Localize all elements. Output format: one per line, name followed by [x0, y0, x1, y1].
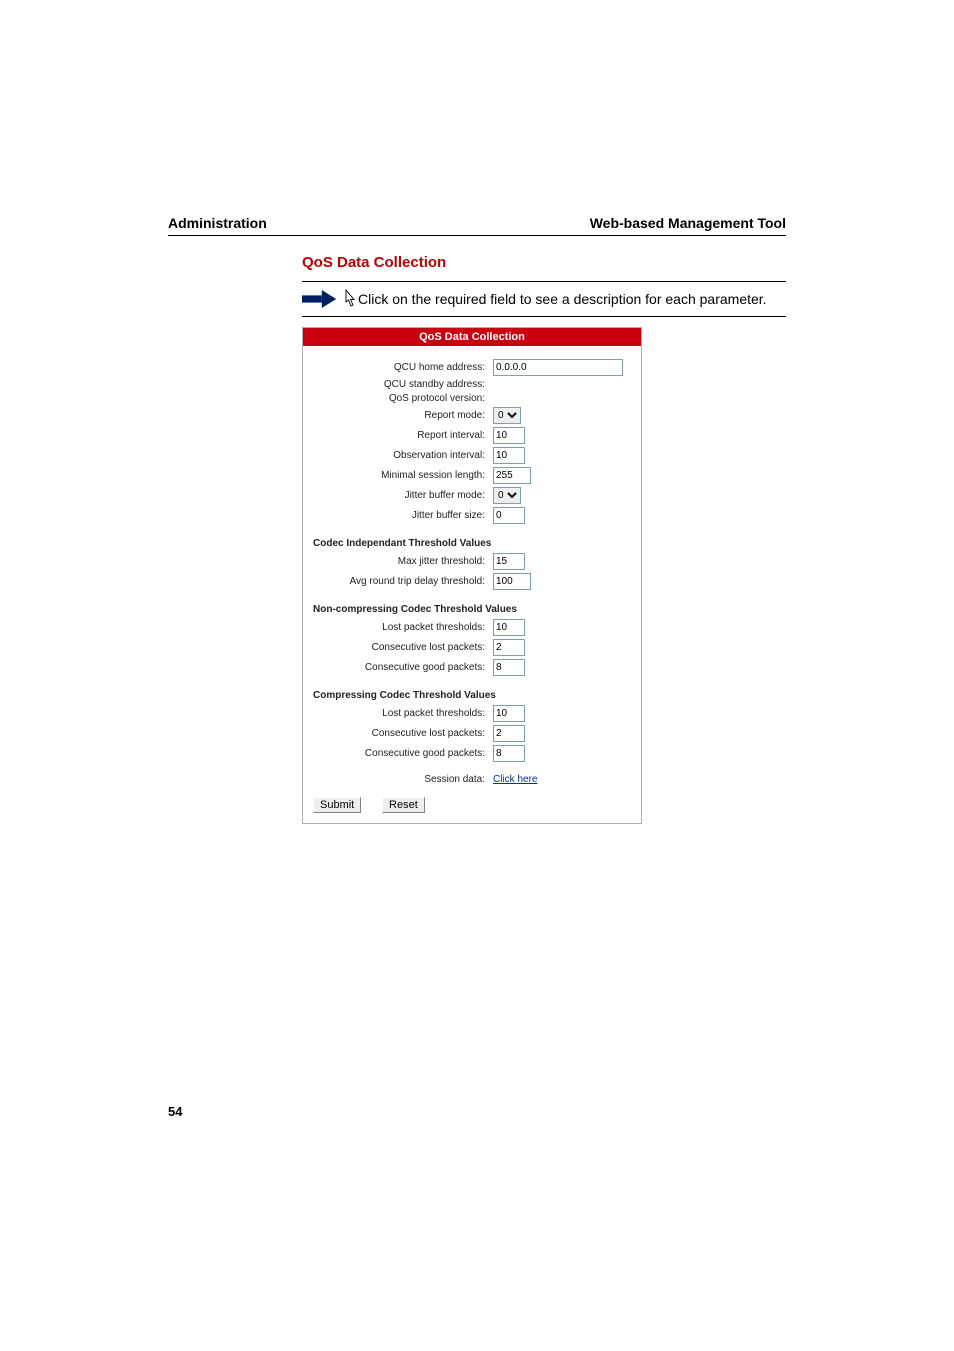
- arrow-icon: [302, 288, 338, 310]
- label-session-data: Session data:: [313, 774, 493, 785]
- input-observation-interval[interactable]: [493, 447, 525, 464]
- label-report-mode: Report mode:: [313, 410, 493, 421]
- select-report-mode[interactable]: 0: [493, 407, 521, 424]
- label-nc-consecutive-good: Consecutive good packets:: [313, 662, 493, 673]
- callout-text: Click on the required field to see a des…: [358, 291, 767, 307]
- label-c-consecutive-good: Consecutive good packets:: [313, 748, 493, 759]
- qos-panel: QoS Data Collection QCU home address: QC…: [302, 327, 642, 824]
- reset-button[interactable]: Reset: [382, 797, 425, 813]
- page-number: 54: [168, 1104, 954, 1119]
- label-c-lost-packet-thresholds: Lost packet thresholds:: [313, 708, 493, 719]
- header-left: Administration: [168, 215, 267, 231]
- label-nc-lost-packet-thresholds: Lost packet thresholds:: [313, 622, 493, 633]
- callout: Click on the required field to see a des…: [302, 281, 786, 317]
- label-qcu-home-address: QCU home address:: [313, 362, 493, 373]
- link-session-data[interactable]: Click here: [493, 774, 537, 785]
- label-report-interval: Report interval:: [313, 430, 493, 441]
- heading-compressing: Compressing Codec Threshold Values: [313, 690, 631, 701]
- panel-header: QoS Data Collection: [303, 328, 641, 346]
- input-c-consecutive-lost[interactable]: [493, 725, 525, 742]
- input-avg-round-trip-delay[interactable]: [493, 573, 531, 590]
- pointer-icon: [342, 289, 358, 309]
- label-qcu-standby-address: QCU standby address:: [313, 379, 493, 390]
- heading-codec-independent: Codec Independant Threshold Values: [313, 538, 631, 549]
- input-max-jitter-threshold[interactable]: [493, 553, 525, 570]
- submit-button[interactable]: Submit: [313, 797, 361, 813]
- label-observation-interval: Observation interval:: [313, 450, 493, 461]
- input-report-interval[interactable]: [493, 427, 525, 444]
- label-minimal-session-length: Minimal session length:: [313, 470, 493, 481]
- label-jitter-buffer-mode: Jitter buffer mode:: [313, 490, 493, 501]
- input-c-consecutive-good[interactable]: [493, 745, 525, 762]
- input-qcu-home-address[interactable]: [493, 359, 623, 376]
- header-right: Web-based Management Tool: [590, 215, 786, 231]
- heading-non-compressing: Non-compressing Codec Threshold Values: [313, 604, 631, 615]
- label-nc-consecutive-lost: Consecutive lost packets:: [313, 642, 493, 653]
- label-avg-round-trip-delay: Avg round trip delay threshold:: [313, 576, 493, 587]
- label-max-jitter-threshold: Max jitter threshold:: [313, 556, 493, 567]
- label-c-consecutive-lost: Consecutive lost packets:: [313, 728, 493, 739]
- label-jitter-buffer-size: Jitter buffer size:: [313, 510, 493, 521]
- section-title: QoS Data Collection: [302, 254, 786, 271]
- input-c-lost-packet-thresholds[interactable]: [493, 705, 525, 722]
- label-qos-protocol-version: QoS protocol version:: [313, 393, 493, 404]
- input-nc-consecutive-lost[interactable]: [493, 639, 525, 656]
- input-nc-lost-packet-thresholds[interactable]: [493, 619, 525, 636]
- select-jitter-buffer-mode[interactable]: 0: [493, 487, 521, 504]
- input-nc-consecutive-good[interactable]: [493, 659, 525, 676]
- input-jitter-buffer-size[interactable]: [493, 507, 525, 524]
- input-minimal-session-length[interactable]: [493, 467, 531, 484]
